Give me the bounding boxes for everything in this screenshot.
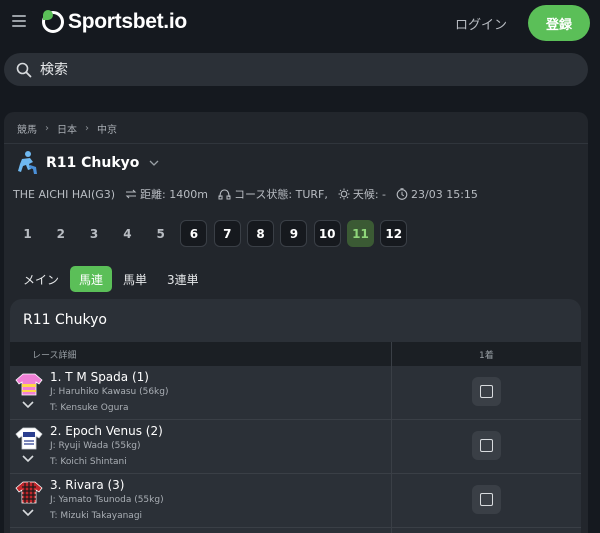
table-header: レース詳細 1着 [10,342,581,366]
menu-icon[interactable] [12,15,26,29]
bet-type-tabs: メイン 馬連 馬単 3連単 [14,266,210,292]
race-tab-9[interactable]: 9 [280,220,308,247]
race-card: R11 Chukyo レース詳細 1着 1. T M Spada (1) J: … [10,299,581,533]
race-tab-7[interactable]: 7 [213,220,241,247]
race-tab-2[interactable]: 2 [47,220,74,247]
course-icon [218,189,231,200]
breadcrumb: 競馬 › 日本 › 中京 [17,121,117,136]
chevron-down-icon [149,160,159,166]
runner-name: 2. Epoch Venus (2) [50,424,163,438]
start-time-info: 23/03 15:15 [396,188,478,201]
runner-trainer: T: Koichi Shintani [50,457,127,467]
runner-name: 1. T M Spada (1) [50,370,149,384]
first-place-checkbox[interactable] [472,431,501,460]
red-check-silk-icon [15,481,43,504]
course-text: コース状態: TURF, [233,188,328,201]
start-time-text: 23/03 15:15 [411,187,478,201]
course-info: コース状態: TURF, [218,186,328,202]
race-tab-3[interactable]: 3 [81,220,108,247]
login-link[interactable]: ログイン [455,14,507,33]
chevron-down-icon[interactable] [22,508,34,518]
first-place-checkbox[interactable] [472,485,501,514]
breadcrumb-item[interactable]: 日本 [57,121,77,136]
runner-row: 3. Rivara (3) J: Yamato Tsunoda (55kg) T… [10,474,581,528]
pink-silk-icon [15,373,43,396]
column-header-details: レース詳細 [32,351,77,361]
race-tab-10[interactable]: 10 [313,220,341,247]
race-title: R11 Chukyo [46,155,140,171]
distance-text: 距離: 1400m [140,188,208,201]
weather-text: 天候: - [352,188,387,201]
race-tab-4[interactable]: 4 [114,220,141,247]
chevron-down-icon[interactable] [22,454,34,464]
search-input[interactable] [40,61,560,78]
race-tab-8[interactable]: 8 [247,220,275,247]
card-title: R11 Chukyo [23,312,107,328]
race-tab-12[interactable]: 12 [380,220,408,247]
breadcrumb-item[interactable]: 中京 [97,121,117,136]
chevron-down-icon[interactable] [22,400,34,410]
bet-tab-trifecta[interactable]: 3連単 [158,266,208,292]
runner-row: 1. T M Spada (1) J: Haruhiko Kawasu (56k… [10,366,581,420]
arrows-swap-icon [125,189,137,199]
runner-trainer: T: Kensuke Ogura [50,403,129,413]
first-place-checkbox[interactable] [472,377,501,406]
runner-jockey: J: Ryuji Wada (55kg) [50,441,141,451]
top-bar: Sportsbet.io ログイン 登録 [0,0,600,48]
divider [4,143,588,144]
weather-info: 天候: - [338,186,386,202]
weather-icon [338,188,350,200]
signup-button[interactable]: 登録 [528,5,590,41]
runner-jockey: J: Yamato Tsunoda (55kg) [50,495,164,505]
race-grade-name: THE AICHI HAI(G3) [13,187,116,201]
race-tab-1[interactable]: 1 [14,220,41,247]
runner-trainer: T: Mizuki Takayanagi [50,511,143,521]
logo-mark-icon [42,10,64,33]
bet-tab-exacta[interactable]: 馬単 [114,266,156,292]
bet-tab-quinella[interactable]: 馬連 [70,266,113,292]
race-tab-6[interactable]: 6 [180,220,208,247]
clock-icon [396,188,408,200]
column-header-first: 1着 [479,351,494,361]
breadcrumb-item[interactable]: 競馬 [17,121,37,136]
race-selector[interactable]: R11 Chukyo [14,150,159,176]
race-tab-5[interactable]: 5 [147,220,174,247]
race-number-tabs: 1 2 3 4 5 6 7 8 9 10 11 12 [14,220,414,247]
distance-info: 距離: 1400m [125,186,208,202]
runner-jockey: J: Haruhiko Kawasu (56kg) [50,387,169,397]
runner-name: 3. Rivara (3) [50,478,125,492]
bet-tab-main[interactable]: メイン [14,266,68,292]
horse-racing-icon [18,151,37,174]
race-tab-11[interactable]: 11 [346,220,374,247]
brand-logo[interactable]: Sportsbet.io [42,10,187,34]
chevron-right-icon: › [45,123,49,134]
chevron-right-icon: › [85,123,89,134]
white-silk-icon [15,427,43,450]
runner-row: 2. Epoch Venus (2) J: Ryuji Wada (55kg) … [10,420,581,474]
race-panel: 競馬 › 日本 › 中京 R11 Chukyo THE AICHI HAI(G3… [4,112,588,533]
race-info: THE AICHI HAI(G3) 距離: 1400m コース状態: TURF,… [13,186,488,202]
search-bar[interactable] [4,53,588,86]
brand-name: Sportsbet.io [68,10,187,33]
search-icon [16,62,32,77]
